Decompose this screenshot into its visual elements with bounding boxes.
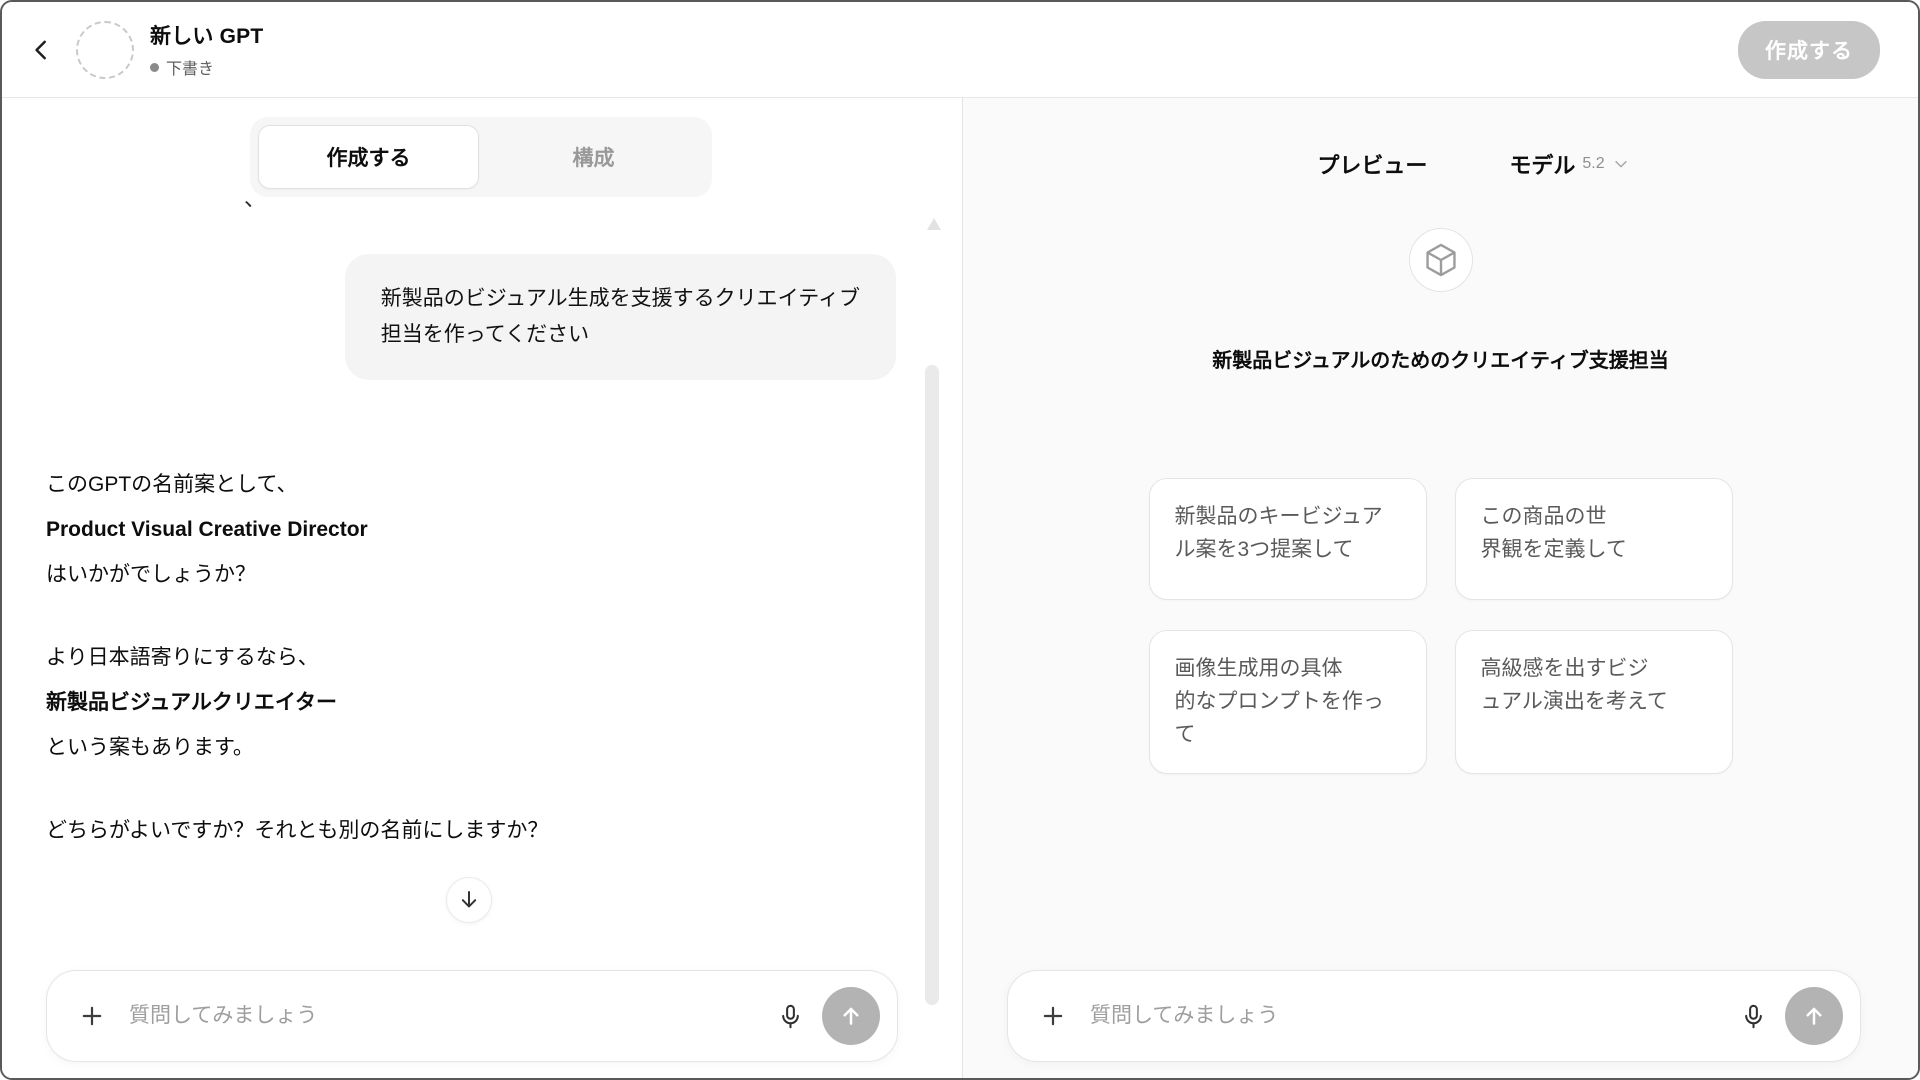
starter-prompt-card[interactable]: 画像生成用の具体 的なプロンプトを作って: [1149, 630, 1427, 774]
assistant-line: はいかがでしょうか？: [46, 552, 766, 597]
assistant-paragraph: どちらがよいですか？それとも別の名前にしますか？: [46, 808, 766, 853]
arrow-down-icon: [457, 888, 481, 912]
builder-panel: 作成する 構成 、 新製品のビジュアル生成を支援するクリエイティブ 担当を作って…: [2, 98, 963, 1078]
assistant-line: このGPTの名前案として、: [46, 462, 766, 507]
assistant-message: このGPTの名前案として、 Product Visual Creative Di…: [46, 462, 766, 891]
tab-configure[interactable]: 構成: [483, 125, 704, 189]
gpt-description: 新製品ビジュアルのためのクリエイティブ支援担当: [963, 344, 1918, 373]
scrollbar-up-arrow[interactable]: [927, 218, 941, 230]
builder-tabs: 作成する 構成: [250, 117, 712, 197]
draft-label: 下書き: [166, 55, 214, 79]
back-button[interactable]: [24, 32, 60, 68]
scroll-to-bottom-button[interactable]: [446, 877, 492, 923]
tab-create[interactable]: 作成する: [258, 125, 479, 189]
builder-composer: [46, 970, 898, 1062]
user-message-bubble: 新製品のビジュアル生成を支援するクリエイティブ 担当を作ってください: [345, 254, 896, 380]
attach-button[interactable]: [75, 999, 109, 1033]
draft-dot-icon: [150, 63, 159, 72]
microphone-icon: [1740, 1003, 1767, 1030]
gpt-preview-avatar: [1409, 228, 1473, 292]
microphone-icon: [777, 1003, 804, 1030]
assistant-line: より日本語寄りにするなら、: [46, 635, 766, 680]
plus-icon: [78, 1002, 106, 1030]
arrow-up-icon: [838, 1003, 864, 1029]
header: 新しい GPT 下書き 作成する: [2, 2, 1918, 98]
gpt-builder-window: 新しい GPT 下書き 作成する 作成する 構成 、 新製品のビジュアル生成を支…: [0, 0, 1920, 1080]
model-label: モデル: [1509, 148, 1575, 180]
send-button[interactable]: [822, 987, 880, 1045]
model-selector[interactable]: モデル 5.2: [1509, 148, 1629, 180]
preview-panel: プレビュー モデル 5.2 新製品ビジュアルのためのクリエイティブ支援担当 新製…: [963, 98, 1918, 1078]
arrow-up-icon: [1801, 1003, 1827, 1029]
preview-composer: [1007, 970, 1861, 1062]
starter-prompt-card[interactable]: この商品の世 界観を定義して: [1455, 478, 1733, 600]
scrollbar-thumb[interactable]: [925, 365, 939, 1005]
starter-prompt-card[interactable]: 高級感を出すビジ ュアル演出を考えて: [1455, 630, 1733, 774]
chevron-left-icon: [29, 37, 55, 63]
mic-button[interactable]: [772, 998, 808, 1034]
assistant-line-bold: 新製品ビジュアルクリエイター: [46, 680, 766, 725]
starter-prompt-card[interactable]: 新製品のキービジュア ル案を3つ提案して: [1149, 478, 1427, 600]
starter-prompts: 新製品のキービジュア ル案を3つ提案して この商品の世 界観を定義して 画像生成…: [1149, 478, 1733, 774]
assistant-line: という案もあります。: [46, 725, 766, 770]
assistant-paragraph: このGPTの名前案として、 Product Visual Creative Di…: [46, 462, 766, 597]
send-button[interactable]: [1785, 987, 1843, 1045]
page-title: 新しい GPT: [150, 20, 263, 50]
assistant-paragraph: より日本語寄りにするなら、 新製品ビジュアルクリエイター という案もあります。: [46, 635, 766, 770]
preview-title: プレビュー: [1317, 148, 1427, 180]
scrolled-message-fragment: 、: [244, 194, 270, 212]
draft-status: 下書き: [150, 55, 263, 79]
main-area: 作成する 構成 、 新製品のビジュアル生成を支援するクリエイティブ 担当を作って…: [2, 98, 1918, 1078]
preview-message-input[interactable]: [1090, 1004, 1735, 1028]
assistant-line: どちらがよいですか？それとも別の名前にしますか？: [46, 808, 766, 853]
plus-icon: [1039, 1002, 1067, 1030]
assistant-line-bold: Product Visual Creative Director: [46, 507, 766, 552]
attach-button[interactable]: [1036, 999, 1070, 1033]
chevron-down-icon: [1612, 155, 1630, 173]
title-block: 新しい GPT 下書き: [150, 20, 263, 79]
mic-button[interactable]: [1735, 998, 1771, 1034]
preview-header: プレビュー モデル 5.2: [996, 148, 1918, 180]
builder-message-input[interactable]: [129, 1004, 772, 1028]
gpt-avatar-placeholder[interactable]: [76, 21, 134, 79]
cube-icon: [1422, 241, 1460, 279]
model-version: 5.2: [1582, 155, 1604, 173]
create-button[interactable]: 作成する: [1738, 21, 1880, 79]
